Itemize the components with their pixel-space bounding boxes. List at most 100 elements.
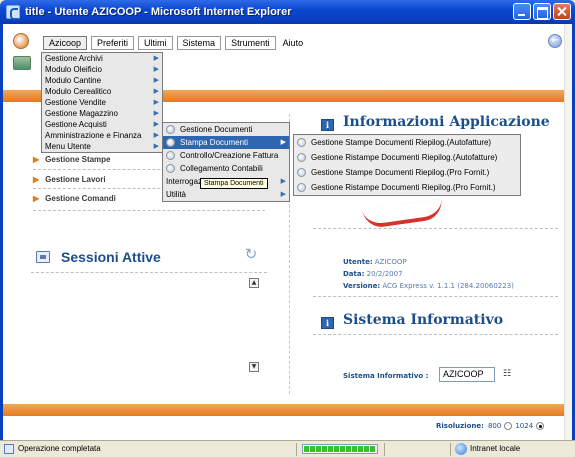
orange-arrow-icon: ▶ <box>33 175 40 184</box>
menu-item-ristampe-pro-fornit[interactable]: Gestione Ristampe Documenti Riepilog.(Pr… <box>294 180 520 195</box>
separator <box>313 228 558 229</box>
status-divider <box>384 443 385 456</box>
status-text: Operazione completata <box>18 444 101 453</box>
menu-item-stampe-autofatture[interactable]: Gestione Stampe Documenti Riepilog.(Auto… <box>294 135 520 150</box>
menu-item-stampa-documenti[interactable]: Stampa Documenti ▶ <box>163 136 289 149</box>
sessions-list <box>31 272 267 392</box>
submenu-arrow-icon: ▶ <box>153 143 159 150</box>
window-titlebar[interactable]: title - Utente AZICOOP - Microsoft Inter… <box>0 0 575 24</box>
submenu-arrow-icon: ▶ <box>153 66 159 73</box>
progress-fill <box>304 446 376 452</box>
menu-item-menu-utente[interactable]: Menu Utente ▶ <box>42 141 162 152</box>
orange-arrow-icon: ▶ <box>33 155 40 164</box>
sessions-icon <box>36 251 50 263</box>
window-controls <box>513 3 571 20</box>
red-swoosh-graphic <box>361 198 445 230</box>
radio-800[interactable] <box>504 422 513 430</box>
menu-item-modulo-cantine[interactable]: Modulo Cantine ▶ <box>42 75 162 86</box>
submenu-arrow-icon: ▶ <box>153 77 159 84</box>
info-icon: i <box>321 317 334 329</box>
page-done-icon <box>4 444 14 454</box>
menu-item-gestione-vendite[interactable]: Gestione Vendite ▶ <box>42 97 162 108</box>
intranet-zone-icon <box>455 443 467 455</box>
app-menubar: Azicoop Preferiti Ultimi Sistema Strumen… <box>43 36 312 50</box>
orange-arrow-icon: ▶ <box>33 194 40 203</box>
submenu-arrow-icon: ▶ <box>153 110 159 117</box>
menu-item-controllo-creazione-fattura[interactable]: Controllo/Creazione Fattura <box>163 149 289 162</box>
menu-item-modulo-cerealitico[interactable]: Modulo Cerealitico ▶ <box>42 86 162 97</box>
footer-orange-bar <box>3 404 569 416</box>
scroll-down-icon[interactable]: ▼ <box>249 362 259 372</box>
document-icon <box>166 125 175 134</box>
menu-aiuto[interactable]: Aiuto <box>279 37 307 49</box>
progress-bar <box>302 444 378 454</box>
scroll-up-icon[interactable]: ▲ <box>249 278 259 288</box>
menu-preferiti[interactable]: Preferiti <box>91 36 135 50</box>
submenu-arrow-icon: ▶ <box>153 121 159 128</box>
menu-item-gestione-magazzino[interactable]: Gestione Magazzino ▶ <box>42 108 162 119</box>
refresh-icon[interactable]: ↻ <box>243 246 259 262</box>
submenu-arrow-icon: ▶ <box>280 178 286 185</box>
menu-azicoop[interactable]: Azicoop <box>43 36 88 50</box>
status-divider <box>450 443 451 456</box>
menu-strumenti[interactable]: Strumenti <box>225 36 276 50</box>
submenu-arrow-icon: ▶ <box>153 132 159 139</box>
browser-page: Azicoop Preferiti Ultimi Sistema Strumen… <box>0 24 575 440</box>
resolution-selector: Risoluzione: 800 1024 <box>436 422 547 430</box>
utente-row: Utente: AZICOOP <box>343 258 407 266</box>
separator <box>313 296 558 297</box>
submenu-arrow-icon: ▶ <box>280 139 286 146</box>
versione-row: Versione: ACG Express v. 1.1.1 (284.2006… <box>343 282 514 290</box>
minimize-button[interactable] <box>513 3 531 20</box>
separator <box>33 210 265 211</box>
link-gestione-lavori[interactable]: ▶ Gestione Lavori <box>33 175 106 184</box>
link-gestione-stampe[interactable]: ▶ Gestione Stampe <box>33 155 111 164</box>
page-scrollbar[interactable] <box>564 24 572 440</box>
status-divider <box>296 443 297 456</box>
app-home-icon[interactable] <box>13 56 31 70</box>
document-icon <box>166 138 175 147</box>
close-button[interactable] <box>553 3 571 20</box>
document-icon <box>166 151 175 160</box>
separator <box>313 334 558 335</box>
document-icon <box>297 153 306 162</box>
info-title: Informazioni Applicazione <box>343 114 550 130</box>
submenu-arrow-icon: ▶ <box>153 99 159 106</box>
window-title: title - Utente AZICOOP - Microsoft Inter… <box>25 6 292 18</box>
menu-ultimi[interactable]: Ultimi <box>138 36 173 50</box>
menu-item-utilita[interactable]: Utilità ▶ <box>163 188 289 201</box>
maximize-button[interactable] <box>533 3 551 20</box>
info-details: Utente: AZICOOP Data: 20/2/2007 Versione… <box>343 256 514 292</box>
document-icon <box>297 183 306 192</box>
menu-item-gestione-documenti[interactable]: Gestione Documenti <box>163 123 289 136</box>
menu-item-amministrazione-finanza[interactable]: Amministrazione e Finanza ▶ <box>42 130 162 141</box>
document-icon <box>297 138 306 147</box>
submenu-arrow-icon: ▶ <box>280 191 286 198</box>
app-logo-icon <box>13 33 29 49</box>
menu-item-gestione-archivi[interactable]: Gestione Archivi ▶ <box>42 53 162 64</box>
menu-sistema[interactable]: Sistema <box>176 36 222 50</box>
sistema-select-icon[interactable]: ☷ <box>500 368 514 380</box>
link-gestione-comandi[interactable]: ▶ Gestione Comandi <box>33 194 116 203</box>
sessions-title: Sessioni Attive <box>61 249 161 265</box>
tooltip: Stampa Documenti <box>200 178 268 189</box>
sistema-input[interactable]: AZICOOP <box>439 367 495 382</box>
status-bar: Operazione completata Intranet locale <box>0 440 575 457</box>
sistema-title: Sistema Informativo <box>343 312 504 328</box>
radio-1024[interactable] <box>536 422 545 430</box>
internet-explorer-icon <box>6 5 20 20</box>
menu-item-modulo-oleificio[interactable]: Modulo Oleificio ▶ <box>42 64 162 75</box>
menu-item-stampe-pro-fornit[interactable]: Gestione Stampe Documenti Riepilog.(Pro … <box>294 165 520 180</box>
menu-item-gestione-acquisti[interactable]: Gestione Acquisti ▶ <box>42 119 162 130</box>
zone-text: Intranet locale <box>470 444 521 453</box>
sistema-label: Sistema Informativo : <box>343 372 429 380</box>
document-icon <box>166 164 175 173</box>
info-icon: i <box>321 119 334 131</box>
document-icon <box>297 168 306 177</box>
menu-item-ristampe-autofatture[interactable]: Gestione Ristampe Documenti Riepilog.(Au… <box>294 150 520 165</box>
menu-item-collegamento-contabili[interactable]: Collegamento Contabili <box>163 162 289 175</box>
back-arrow-icon[interactable]: ← <box>548 34 562 48</box>
dropdown-stampa-documenti: Gestione Stampe Documenti Riepilog.(Auto… <box>293 134 521 196</box>
data-row: Data: 20/2/2007 <box>343 270 403 278</box>
submenu-arrow-icon: ▶ <box>153 55 159 62</box>
